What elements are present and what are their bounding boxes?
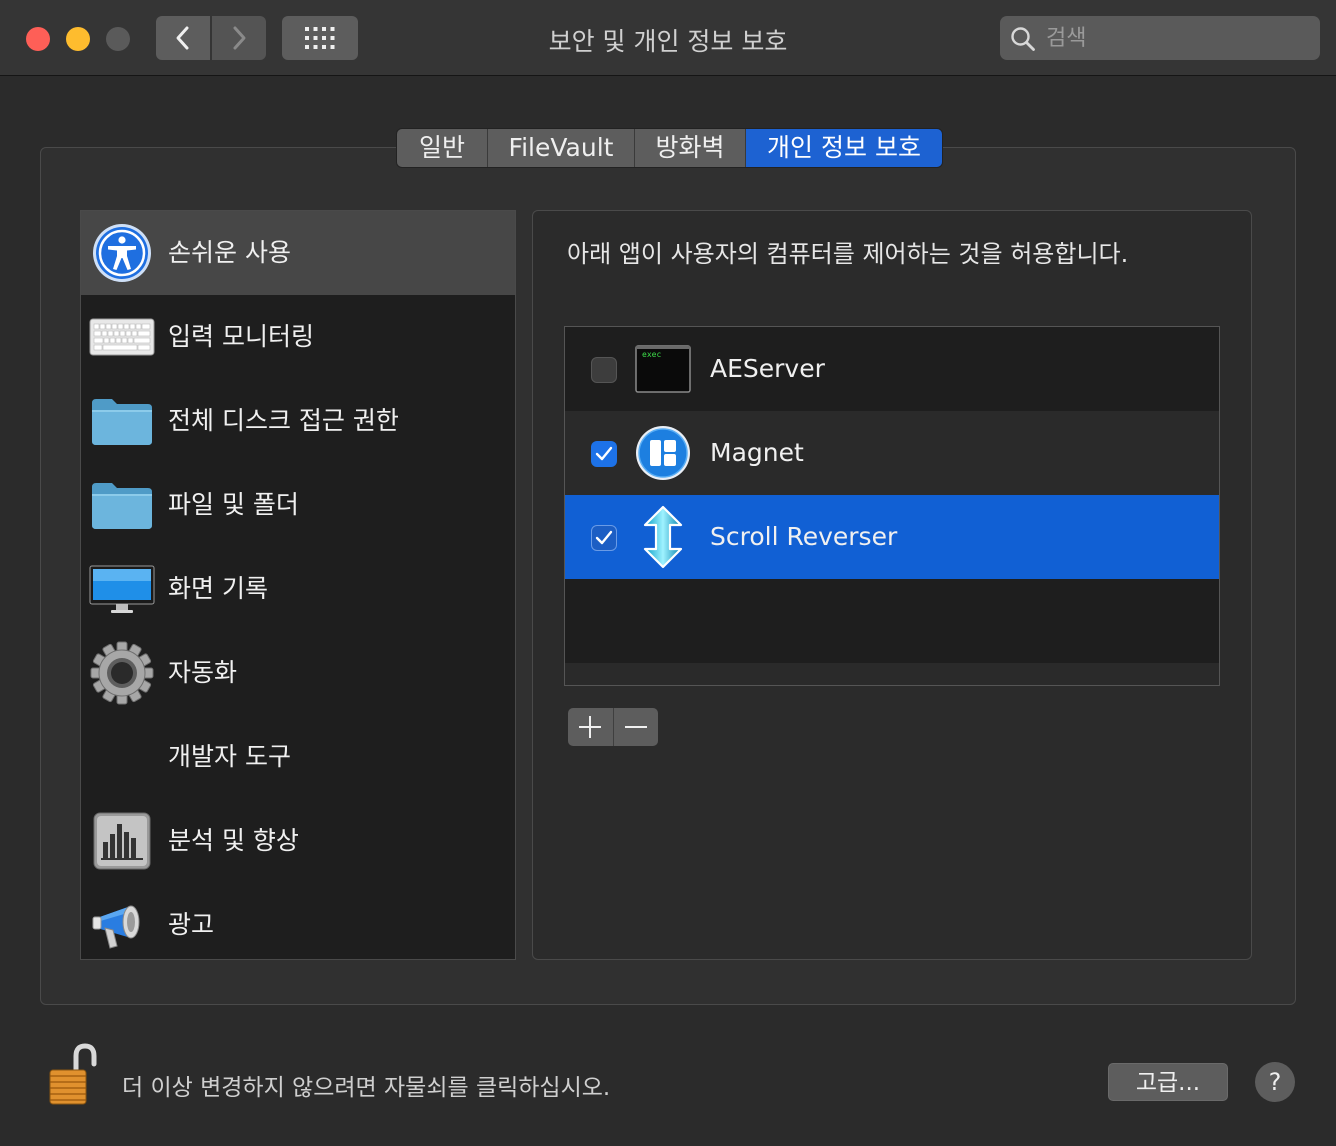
search-input[interactable] xyxy=(1044,22,1308,54)
help-button[interactable]: ? xyxy=(1255,1062,1295,1102)
app-name: Magnet xyxy=(710,438,804,467)
sidebar-item-label: 손쉬운 사용 xyxy=(168,238,291,267)
add-remove-control xyxy=(568,708,658,746)
megaphone-icon xyxy=(89,893,155,957)
checkbox-checked[interactable] xyxy=(591,525,617,551)
tab-bar: 일반 FileVault 방화벽 개인 정보 보호 xyxy=(396,128,943,168)
sidebar-item-label: 분석 및 향상 xyxy=(168,826,299,855)
sidebar-item-label: 개발자 도구 xyxy=(168,742,291,771)
gear-icon xyxy=(89,641,155,705)
minimize-button[interactable] xyxy=(66,27,90,51)
sidebar-item-label: 파일 및 폴더 xyxy=(168,490,299,519)
sidebar-item-input-monitoring[interactable]: 입력 모니터링 xyxy=(81,295,515,379)
sidebar-item-files-and-folders[interactable]: 파일 및 폴더 xyxy=(81,463,515,547)
sidebar-item-label: 자동화 xyxy=(168,658,238,687)
privacy-category-list: 손쉬운 사용 입력 모니터링 전체 디스크 접근 권한 파일 및 폴더 화면 기… xyxy=(80,210,516,960)
keyboard-icon xyxy=(89,305,155,369)
sidebar-item-analytics[interactable]: 분석 및 향상 xyxy=(81,799,515,883)
tab-firewall[interactable]: 방화벽 xyxy=(635,129,746,167)
app-row-scroll-reverser[interactable]: Scroll Reverser xyxy=(565,495,1219,579)
app-row-magnet[interactable]: Magnet xyxy=(565,411,1219,495)
add-app-button[interactable] xyxy=(568,708,614,746)
app-list: exec AEServer Magnet Scroll Reverser xyxy=(564,326,1220,686)
tab-filevault[interactable]: FileVault xyxy=(488,129,635,167)
checkmark-icon xyxy=(595,446,613,461)
sidebar-item-full-disk-access[interactable]: 전체 디스크 접근 권한 xyxy=(81,379,515,463)
sidebar-item-screen-recording[interactable]: 화면 기록 xyxy=(81,547,515,631)
sidebar-item-label: 화면 기록 xyxy=(168,574,268,603)
forward-button[interactable] xyxy=(212,16,266,60)
search-field[interactable] xyxy=(1000,16,1320,60)
sidebar-item-label: 광고 xyxy=(168,910,215,939)
lock-hint-text: 더 이상 변경하지 않으려면 자물쇠를 클릭하십시오. xyxy=(122,1075,611,1101)
panel-description: 아래 앱이 사용자의 컴퓨터를 제어하는 것을 허용합니다. xyxy=(567,240,1129,268)
navigation-buttons xyxy=(156,16,266,60)
plus-icon xyxy=(579,716,602,738)
show-all-button[interactable] xyxy=(282,16,358,60)
app-row-aeserver[interactable]: exec AEServer xyxy=(565,327,1219,411)
sidebar-item-accessibility[interactable]: 손쉬운 사용 xyxy=(81,211,515,295)
checkbox-unchecked[interactable] xyxy=(591,357,617,383)
folder-icon xyxy=(89,389,155,453)
chevron-left-icon xyxy=(176,26,189,50)
empty-row xyxy=(565,579,1219,663)
empty-row xyxy=(565,663,1219,685)
scroll-reverser-icon xyxy=(635,505,691,569)
sidebar-item-developer-tools[interactable]: 개발자 도구 xyxy=(81,715,515,799)
svg-text:exec: exec xyxy=(642,350,661,359)
close-button[interactable] xyxy=(26,27,50,51)
chevron-right-icon xyxy=(233,26,246,50)
checkbox-checked[interactable] xyxy=(591,441,617,467)
terminal-exec-icon: exec xyxy=(635,341,691,397)
chart-icon xyxy=(89,809,155,873)
display-icon xyxy=(89,557,155,621)
back-button[interactable] xyxy=(156,16,210,60)
grid-icon xyxy=(305,27,335,49)
folder-icon xyxy=(89,473,155,537)
accessibility-icon xyxy=(89,221,155,285)
checkmark-icon xyxy=(595,530,613,545)
tab-general[interactable]: 일반 xyxy=(397,129,488,167)
search-icon xyxy=(1011,27,1035,51)
remove-app-button[interactable] xyxy=(613,708,658,746)
sidebar-item-automation[interactable]: 자동화 xyxy=(81,631,515,715)
title-bar: 보안 및 개인 정보 보호 xyxy=(0,0,1336,76)
app-name: AEServer xyxy=(710,354,825,383)
unlocked-padlock-icon xyxy=(49,1043,97,1105)
app-name: Scroll Reverser xyxy=(710,522,898,551)
advanced-button[interactable]: 고급... xyxy=(1108,1063,1228,1101)
lock-button[interactable] xyxy=(48,1042,98,1106)
minus-icon xyxy=(624,726,647,728)
zoom-button[interactable] xyxy=(106,27,130,51)
sidebar-item-label: 전체 디스크 접근 권한 xyxy=(168,406,399,435)
magnet-app-icon xyxy=(635,425,691,481)
sidebar-item-label: 입력 모니터링 xyxy=(168,322,314,351)
tab-privacy[interactable]: 개인 정보 보호 xyxy=(746,129,942,167)
sidebar-item-advertising[interactable]: 광고 xyxy=(81,883,515,959)
